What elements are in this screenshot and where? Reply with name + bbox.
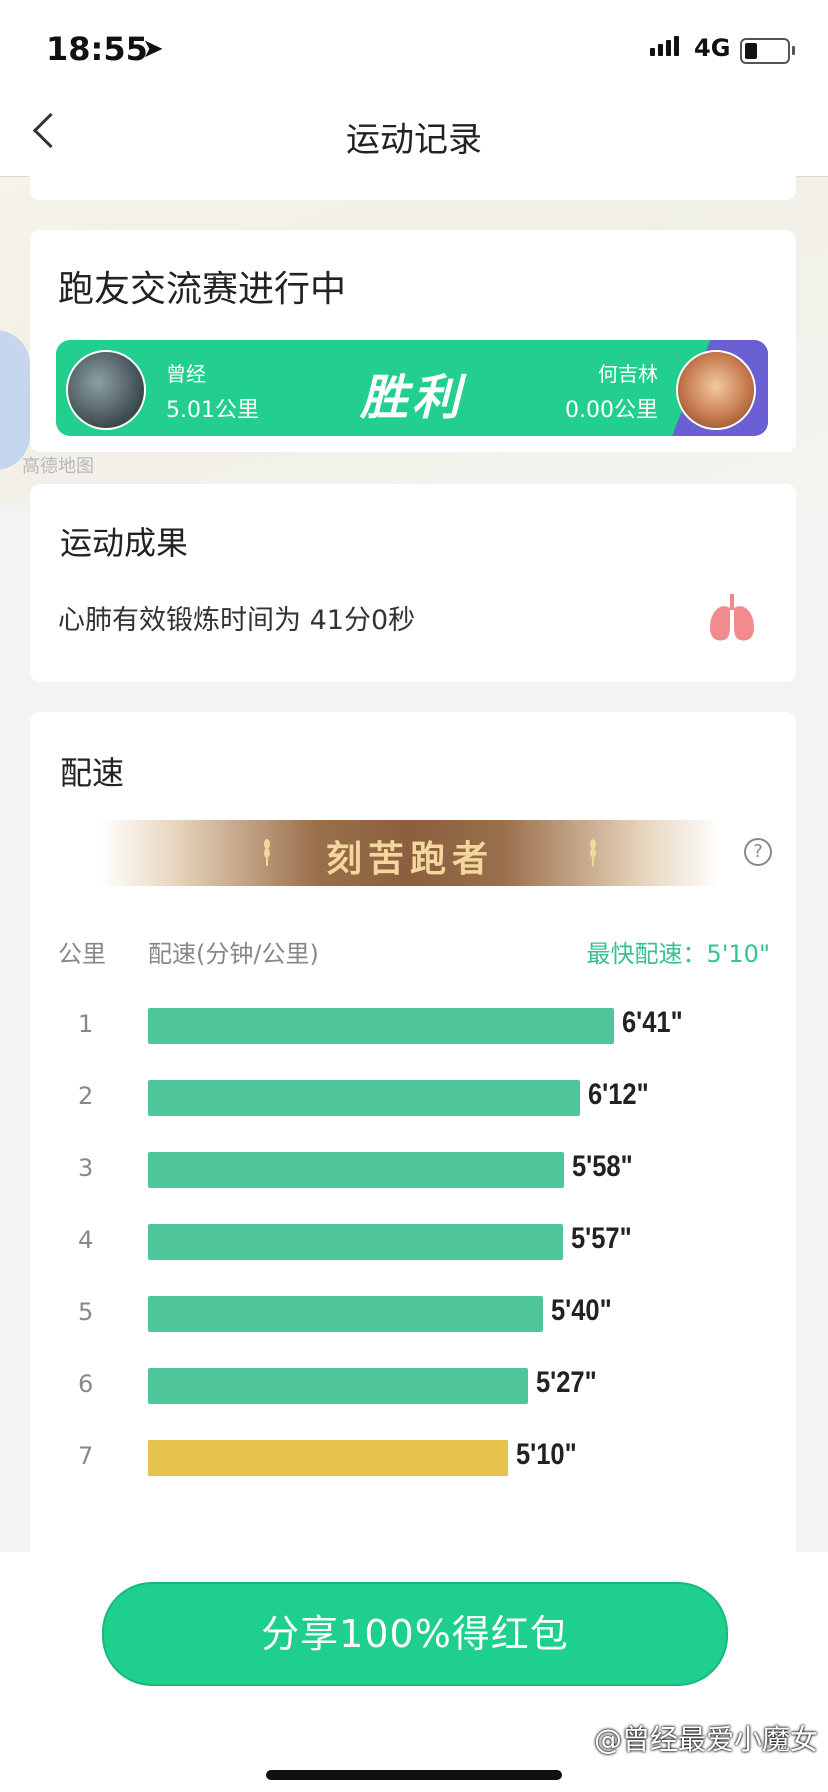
bottom-bar: 分享100%得红包 @曾经最爱小魔女 (0, 1552, 828, 1792)
fastest-pace: 最快配速：5'10" (586, 940, 770, 968)
pace-value: 5'57" (571, 1222, 632, 1255)
pace-value: 5'40" (551, 1294, 612, 1327)
battery-icon (740, 38, 795, 64)
pace-bar (148, 1224, 563, 1260)
pace-row: 1 6'41" (30, 994, 796, 1066)
column-header-pace: 配速(分钟/公里) (148, 940, 319, 968)
result-title: 运动成果 (60, 524, 189, 562)
achievement-badge: 刻苦跑者 (100, 820, 720, 886)
km-number: 6 (78, 1370, 94, 1398)
map-logo: 高德地图 (22, 456, 94, 477)
nav-bar: 运动记录 (0, 96, 828, 177)
pace-row: 3 5'58" (30, 1138, 796, 1210)
cardio-time-text: 心肺有效锻炼时间为 41分0秒 (58, 605, 416, 636)
opponent-distance: 0.00公里 (565, 398, 658, 423)
share-button[interactable]: 分享100%得红包 (102, 1582, 728, 1686)
pace-row: 7 5'10" (30, 1426, 796, 1498)
pace-value: 5'27" (536, 1366, 597, 1399)
km-number: 4 (78, 1226, 94, 1254)
race-card[interactable]: 跑友交流赛进行中 曾经 5.01公里 胜利 何吉林 0.00公里 (30, 230, 796, 452)
pace-row: 6 5'27" (30, 1354, 796, 1426)
pace-bar (148, 1080, 580, 1116)
km-number: 7 (78, 1442, 94, 1470)
pace-value: 6'41" (622, 1006, 683, 1039)
signal-icon (650, 36, 679, 56)
pace-card: 配速 刻苦跑者 ? 公里 配速(分钟/公里) 最快配速：5'10" 1 6'41"… (30, 712, 796, 1572)
badge-label: 刻苦跑者 (325, 839, 494, 880)
location-arrow-icon: ➤ (142, 34, 164, 64)
pace-bar (148, 1008, 614, 1044)
pace-row: 5 5'40" (30, 1282, 796, 1354)
avatar[interactable] (676, 350, 756, 430)
pace-value: 5'10" (516, 1438, 577, 1471)
pace-bar (148, 1440, 508, 1476)
pace-title: 配速 (60, 754, 125, 792)
pace-row: 4 5'57" (30, 1210, 796, 1282)
race-banner[interactable]: 曾经 5.01公里 胜利 何吉林 0.00公里 (56, 340, 768, 436)
km-number: 1 (78, 1010, 94, 1038)
opponent-name: 何吉林 (598, 362, 658, 386)
race-title: 跑友交流赛进行中 (58, 269, 347, 310)
km-number: 2 (78, 1082, 94, 1110)
pace-row: 2 6'12" (30, 1066, 796, 1138)
status-time: 18:55 (46, 30, 148, 68)
pace-bar (148, 1152, 564, 1188)
race-result: 胜利 (359, 370, 464, 426)
result-card: 运动成果 心肺有效锻炼时间为 41分0秒 (30, 484, 796, 682)
pace-list: 1 6'41" 2 6'12" 3 5'58" 4 5'57" 5 5'40" 6 5'27" 7 5'1… (30, 994, 796, 1498)
map-water (0, 330, 30, 470)
pace-bar (148, 1296, 543, 1332)
home-indicator (266, 1770, 562, 1780)
pace-value: 6'12" (588, 1078, 649, 1111)
page-title: 运动记录 (346, 120, 482, 160)
help-icon[interactable]: ? (744, 838, 772, 866)
pace-bar (148, 1368, 528, 1404)
network-type: 4G (694, 34, 731, 62)
km-number: 5 (78, 1298, 94, 1326)
wheat-icon (590, 839, 596, 866)
column-header-km: 公里 (58, 940, 106, 968)
km-number: 3 (78, 1154, 94, 1182)
watermark: @曾经最爱小魔女 (593, 1723, 818, 1756)
top-card-edge (30, 176, 796, 200)
lungs-icon (710, 594, 754, 641)
status-bar: 18:55 ➤ 4G (0, 0, 828, 96)
pace-value: 5'58" (572, 1150, 633, 1183)
